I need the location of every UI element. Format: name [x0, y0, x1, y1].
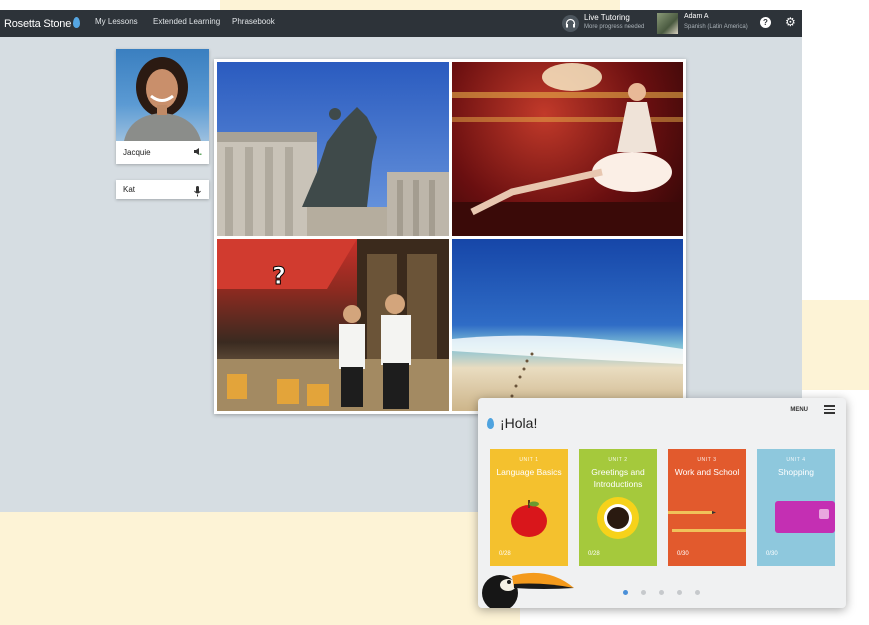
- unit-progress: 0/30: [766, 551, 778, 557]
- microphone-icon[interactable]: [194, 184, 201, 202]
- answer-image-dancer[interactable]: [452, 62, 683, 236]
- unit-number: UNIT 3: [697, 457, 717, 463]
- page-dot-5[interactable]: [695, 590, 700, 595]
- mobile-app-screen: MENU ¡Hola! UNIT 1 Language Basics 0/28 …: [478, 398, 846, 608]
- speaker-name: Jacquie: [123, 148, 151, 157]
- nav-my-lessons[interactable]: My Lessons: [95, 17, 138, 26]
- pencil-icon: [668, 511, 746, 532]
- hamburger-menu-icon[interactable]: [824, 405, 835, 416]
- menu-label[interactable]: MENU: [790, 407, 808, 413]
- user-avatar[interactable]: [657, 13, 678, 34]
- unit-number: UNIT 2: [608, 457, 628, 463]
- coffee-cup-icon: [597, 497, 639, 539]
- nav-extended-learning[interactable]: Extended Learning: [153, 17, 220, 26]
- speaker-name-kat: Kat: [123, 185, 136, 194]
- unit-number: UNIT 1: [519, 457, 539, 463]
- unit-progress: 0/28: [499, 551, 511, 557]
- unit-title: Shopping: [778, 467, 814, 477]
- nav-phrasebook[interactable]: Phrasebook: [232, 17, 275, 26]
- question-mark: ?: [272, 262, 286, 290]
- unit-card-1[interactable]: UNIT 1 Language Basics 0/28: [490, 449, 568, 566]
- unit-title: Greetings and Introductions: [591, 467, 645, 489]
- headphones-icon[interactable]: [562, 15, 579, 32]
- rosetta-drop-icon: [487, 418, 494, 429]
- apple-icon: [511, 500, 547, 537]
- live-tutoring-link[interactable]: Live Tutoring: [584, 13, 630, 22]
- speaker-card-kat[interactable]: Kat: [116, 180, 209, 199]
- page-dot-4[interactable]: [677, 590, 682, 595]
- answer-image-statue[interactable]: [217, 62, 449, 236]
- wallet-icon: [775, 501, 835, 533]
- unit-number: UNIT 4: [786, 457, 806, 463]
- page-dot-3[interactable]: [659, 590, 664, 595]
- answer-image-grid: ?: [214, 59, 686, 414]
- speaker-audio-icon[interactable]: [193, 147, 202, 158]
- page-dot-2[interactable]: [641, 590, 646, 595]
- speaker-card-jacquie[interactable]: Jacquie: [116, 49, 209, 164]
- live-tutoring-status: More progress needed: [584, 24, 645, 30]
- speaker-photo: [116, 49, 209, 141]
- unit-title: Work and School: [674, 467, 740, 477]
- background-cream-right: [800, 300, 869, 390]
- unit-card-3[interactable]: UNIT 3 Work and School 0/30: [668, 449, 746, 566]
- greeting-heading: ¡Hola!: [500, 415, 538, 431]
- toucan-illustration: [482, 572, 574, 608]
- page-dot-1[interactable]: [623, 590, 628, 595]
- logo-text: Rosetta Stone: [4, 18, 72, 30]
- logo-drop-icon: [73, 17, 81, 28]
- background-cream-top: [220, 0, 620, 10]
- top-navigation-bar: Rosetta Stone My Lessons Extended Learni…: [0, 10, 802, 37]
- unit-progress: 0/28: [588, 551, 600, 557]
- help-icon[interactable]: ?: [760, 17, 771, 28]
- answer-image-beach[interactable]: [452, 239, 683, 411]
- background-cream-bottom: [0, 512, 520, 625]
- unit-card-4[interactable]: UNIT 4 Shopping 0/30: [757, 449, 835, 566]
- user-name[interactable]: Adam A: [684, 13, 709, 20]
- gear-icon[interactable]: ⚙: [785, 16, 796, 29]
- unit-card-2[interactable]: UNIT 2 Greetings and Introductions 0/28: [579, 449, 657, 566]
- unit-progress: 0/30: [677, 551, 689, 557]
- unit-title: Language Basics: [496, 467, 562, 477]
- user-course: Spanish (Latin America): [684, 24, 748, 30]
- answer-image-cafe[interactable]: ?: [217, 239, 449, 411]
- rosetta-stone-logo[interactable]: Rosetta Stone: [4, 17, 81, 30]
